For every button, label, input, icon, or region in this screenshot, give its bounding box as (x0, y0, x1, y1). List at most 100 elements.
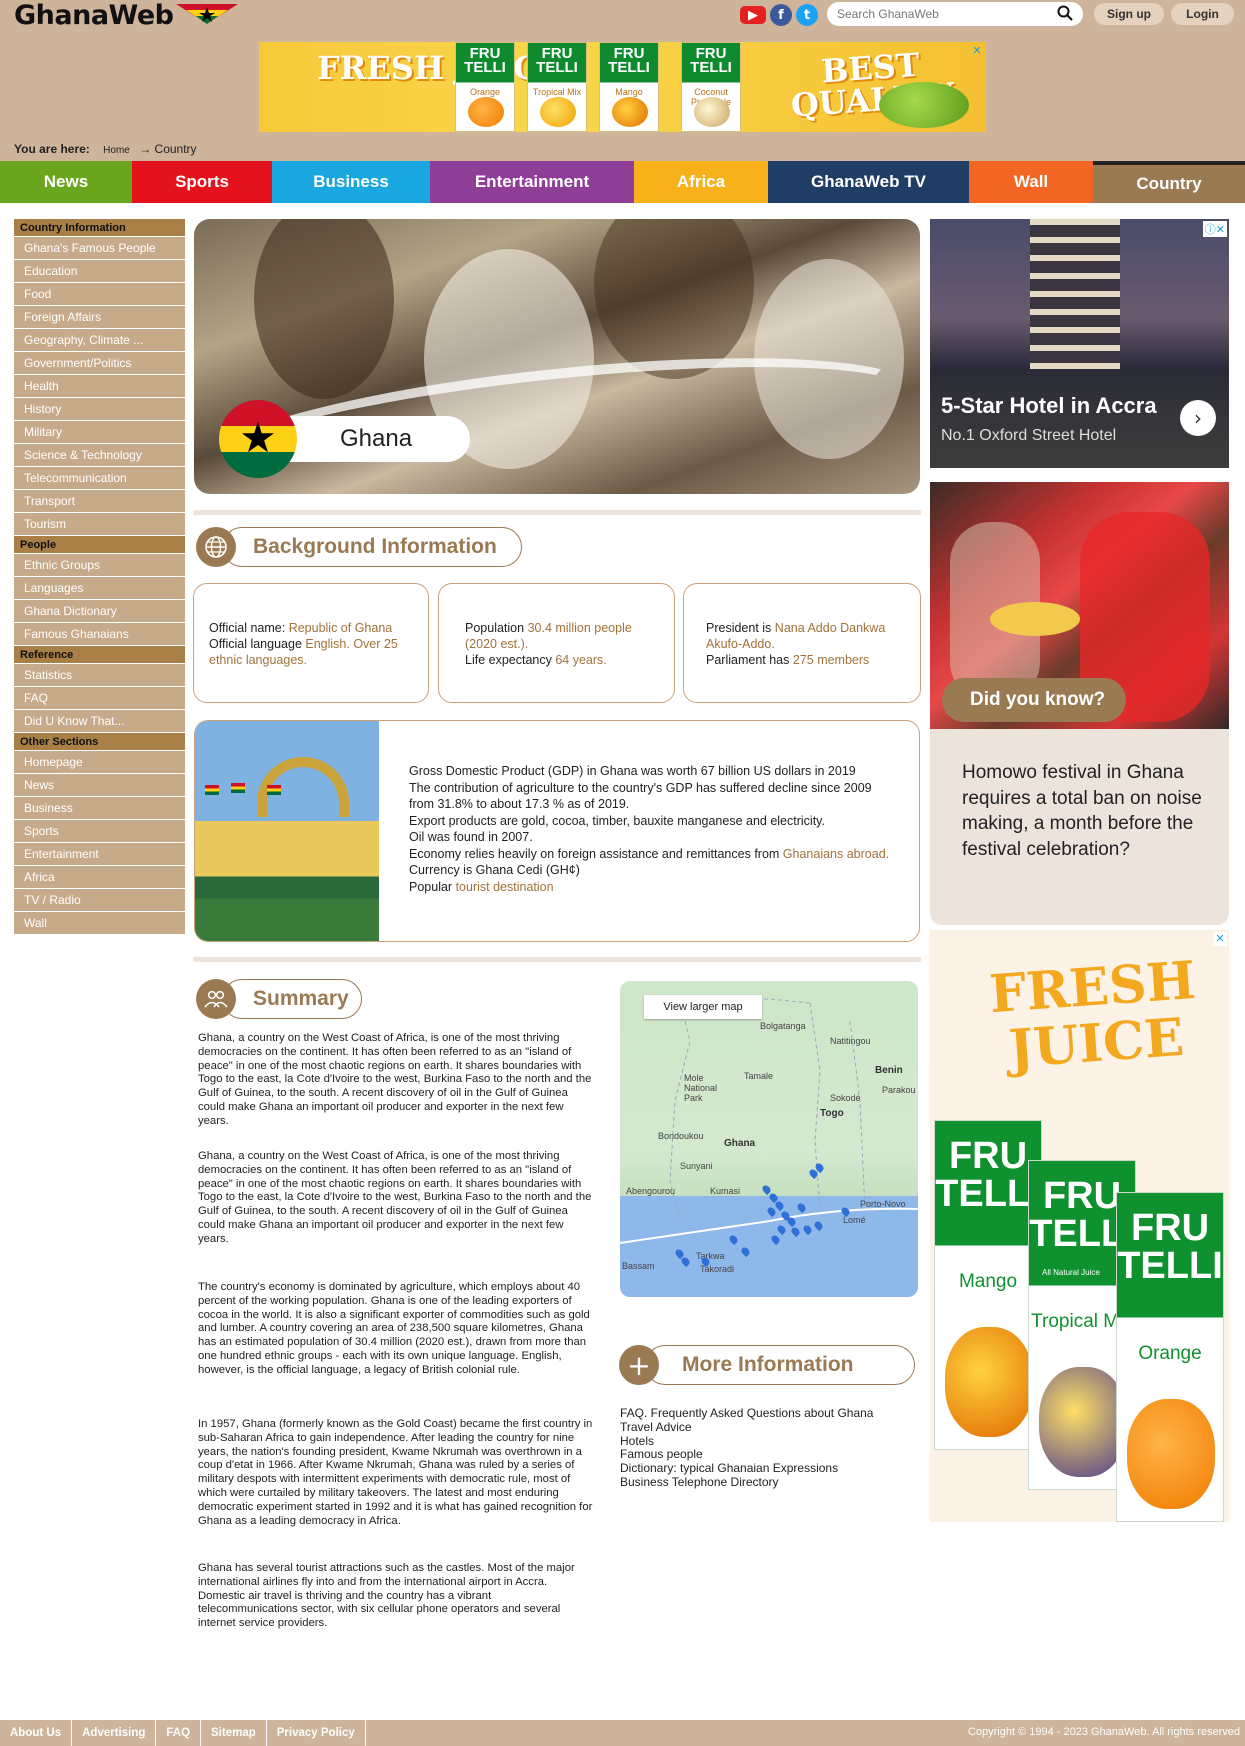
sidebar-item-education[interactable]: Education (14, 260, 185, 283)
twitter-icon[interactable]: t (796, 4, 818, 26)
top-banner-ad[interactable]: FRESH JUICE FRU TELLI Orange FRU TELLI Tro… (259, 42, 986, 132)
sidebar-item-famous-ghanaians[interactable]: Famous Ghanaians (14, 623, 185, 646)
map-label: Bolgatanga (760, 1021, 806, 1031)
sidebar-item-homepage[interactable]: Homepage (14, 751, 185, 774)
logo-text: GhanaWeb (14, 0, 174, 31)
breadcrumb-home-link[interactable]: Home (103, 145, 130, 156)
footer-link-about-us[interactable]: About Us (0, 1720, 73, 1746)
section-divider (193, 510, 921, 515)
close-icon[interactable]: ✕ (970, 44, 984, 58)
ad-carton-flavour: Mango (615, 87, 643, 97)
footer-link-privacy-policy[interactable]: Privacy Policy (267, 1720, 366, 1746)
map-label: Natitingou (830, 1036, 871, 1046)
did-you-know-badge: Did you know? (942, 678, 1126, 722)
summary-title: Summary (222, 979, 362, 1019)
nav-item-entertainment[interactable]: Entertainment (430, 161, 634, 203)
sidebar-item-business[interactable]: Business (14, 797, 185, 820)
sidebar-item-health[interactable]: Health (14, 375, 185, 398)
login-button[interactable]: Login (1171, 3, 1234, 25)
ghanaweb-logo[interactable]: GhanaWeb (14, 0, 238, 31)
chevron-right-icon[interactable]: › (1180, 400, 1216, 436)
gdp-fact: Gross Domestic Product (GDP) in Ghana wa… (409, 764, 856, 778)
ghanaians-abroad-link[interactable]: Ghanaians abroad. (783, 847, 889, 861)
sidebar-item-telecommunication[interactable]: Telecommunication (14, 467, 185, 490)
lime-icon (879, 82, 969, 128)
more-info-link[interactable]: Famous people (620, 1448, 873, 1462)
footer-link-faq[interactable]: FAQ (156, 1720, 202, 1746)
nav-item-business[interactable]: Business (272, 161, 430, 203)
map-label: Bassam (622, 1261, 655, 1271)
close-icon[interactable]: ✕ (1213, 932, 1227, 946)
more-info-link[interactable]: Dictionary: typical Ghanaian Expressions (620, 1461, 873, 1476)
sidebar-item-news[interactable]: News (14, 774, 185, 797)
juice-box-brand: FRU TELLI (1117, 1207, 1223, 1287)
search-placeholder: Search GhanaWeb (837, 7, 939, 21)
more-info-link[interactable]: FAQ. Frequently Asked Questions about Gh… (620, 1406, 873, 1421)
ad-carton-brand: FRU TELLI (464, 45, 506, 76)
summary-paragraph: The country's economy is dominated by ag… (198, 1281, 590, 1376)
official-language-label: Official language (209, 637, 302, 651)
hotel-ad[interactable]: 5-Star Hotel in Accra No.1 Oxford Street… (930, 219, 1229, 468)
sidebar-item-ghana-s-famous-people[interactable]: Ghana's Famous People (14, 237, 185, 260)
globe-icon (196, 527, 236, 567)
sidebar-item-wall[interactable]: Wall (14, 912, 185, 935)
footer-link-advertising[interactable]: Advertising (72, 1720, 157, 1746)
footer: About Us Advertising FAQ Sitemap Privacy Pol… (0, 1720, 1245, 1746)
more-info-link[interactable]: Hotels (620, 1434, 873, 1449)
search-icon[interactable] (1057, 5, 1073, 24)
sidebar-section-reference: Reference (14, 646, 185, 664)
parliament-value: 275 members (792, 653, 870, 667)
nav-item-wall[interactable]: Wall (969, 161, 1093, 203)
summary-paragraph: In 1957, Ghana (formerly known as the Go… (198, 1418, 593, 1527)
fruit-icon (1039, 1367, 1127, 1477)
sidebar-section-country-information: Country Information (14, 219, 185, 237)
signup-button[interactable]: Sign up (1094, 3, 1164, 25)
summary-paragraph: Ghana has several tourist attractions su… (198, 1562, 575, 1630)
youtube-icon[interactable]: ▶ (740, 6, 766, 24)
more-info-link[interactable]: Travel Advice (620, 1420, 873, 1435)
view-larger-map-button[interactable]: View larger map (644, 995, 762, 1019)
sidebar-item-statistics[interactable]: Statistics (14, 664, 185, 687)
nav-item-news[interactable]: News (0, 161, 132, 203)
ad-carton-mango: FRU TELLI Mango (599, 42, 659, 132)
sidebar-item-foreign-affairs[interactable]: Foreign Affairs (14, 306, 185, 329)
ghana-flag-logo-icon (175, 2, 238, 28)
more-info-list: FAQ. Frequently Asked Questions about Gh… (620, 1406, 873, 1490)
sidebar-item-entertainment[interactable]: Entertainment (14, 843, 185, 866)
remittance-text: Economy relies heavily on foreign assist… (409, 846, 780, 861)
sidebar-item-faq[interactable]: FAQ (14, 687, 185, 710)
sidebar-item-ghana-dictionary[interactable]: Ghana Dictionary (14, 600, 185, 623)
sidebar-item-ethnic-groups[interactable]: Ethnic Groups (14, 554, 185, 577)
nav-item-country[interactable]: Country (1093, 161, 1245, 203)
juice-size: 1 Litre (1200, 1502, 1223, 1511)
map-label: Togo (820, 1108, 844, 1119)
sidebar-item-history[interactable]: History (14, 398, 185, 421)
sidebar-item-geography-climate[interactable]: Geography, Climate ... (14, 329, 185, 352)
copyright-text: Copyright © 1994 - 2023 GhanaWeb. All ri… (967, 1726, 1240, 1738)
ad-choices-icon[interactable]: ⓘ✕ (1202, 221, 1227, 237)
sidebar-item-did-u-know-that[interactable]: Did U Know That... (14, 710, 185, 733)
sidebar-section-other-sections: Other Sections (14, 733, 185, 751)
hotel-building-image (1030, 219, 1120, 369)
nav-item-ghanaweb-tv[interactable]: GhanaWeb TV (768, 161, 969, 203)
sidebar-item-tv-radio[interactable]: TV / Radio (14, 889, 185, 912)
sidebar-item-government-politics[interactable]: Government/Politics (14, 352, 185, 375)
nav-item-sports[interactable]: Sports (132, 161, 272, 203)
nav-item-africa[interactable]: Africa (634, 161, 768, 203)
sidebar-item-transport[interactable]: Transport (14, 490, 185, 513)
facebook-icon[interactable]: f (770, 4, 792, 26)
sidebar-item-sports[interactable]: Sports (14, 820, 185, 843)
juice-box-flavour: Orange (1138, 1343, 1202, 1364)
sidebar-item-africa[interactable]: Africa (14, 866, 185, 889)
sidebar-item-tourism[interactable]: Tourism (14, 513, 185, 536)
sidebar-item-military[interactable]: Military (14, 421, 185, 444)
footer-link-sitemap[interactable]: Sitemap (201, 1720, 267, 1746)
more-info-link[interactable]: Business Telephone Directory (620, 1475, 873, 1490)
search-input[interactable]: Search GhanaWeb (827, 2, 1083, 26)
sidebar-item-food[interactable]: Food (14, 283, 185, 306)
tourist-destination-link[interactable]: tourist destination (456, 880, 554, 894)
juice-ad[interactable]: FRESH JUICE FRU TELLI Mango FRU TELLI Trop… (930, 930, 1229, 1522)
sidebar-item-languages[interactable]: Languages (14, 577, 185, 600)
ghana-map[interactable]: View larger map Benin Togo Ghana Tamale … (620, 981, 918, 1297)
sidebar-item-science-technology[interactable]: Science & Technology (14, 444, 185, 467)
